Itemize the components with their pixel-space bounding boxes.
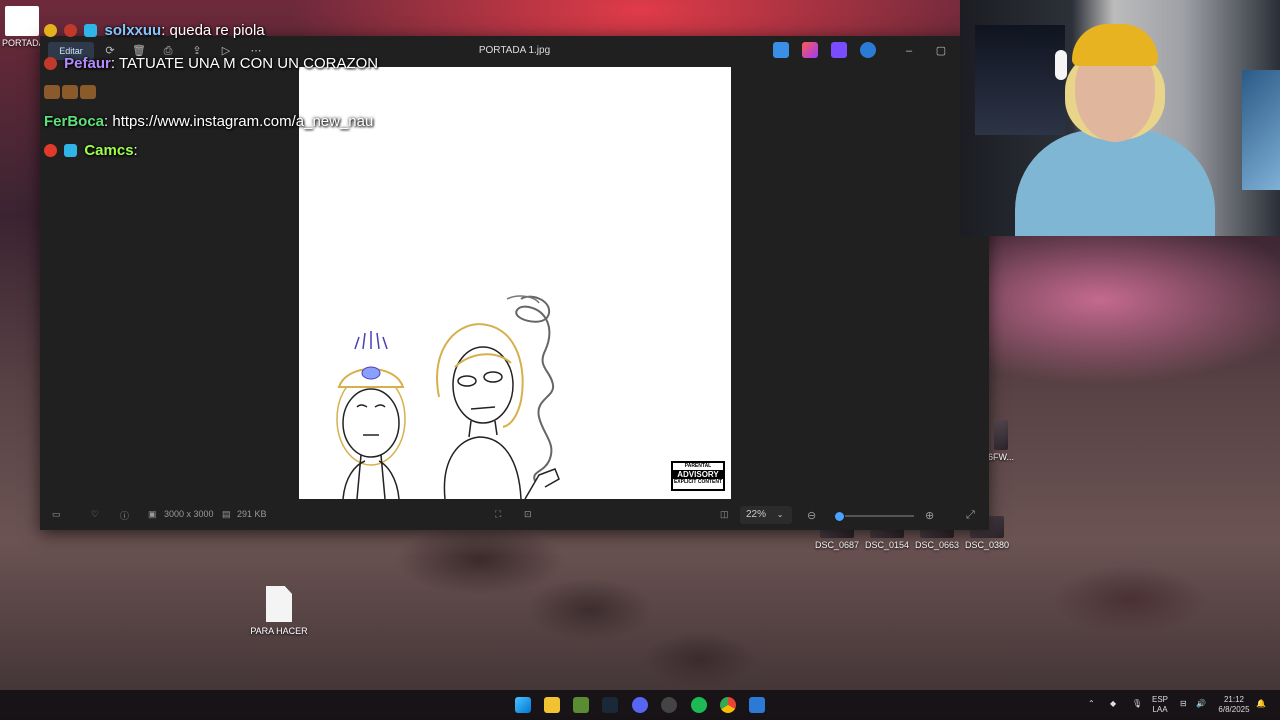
chat-username: Camcs [84, 142, 134, 159]
chat-username: FerBoca [44, 113, 105, 130]
filmstrip-icon[interactable]: ▭ [52, 509, 61, 520]
chat-separator: : [110, 55, 116, 72]
zoom-out-icon[interactable]: ⊖ [807, 509, 816, 522]
desktop-icon-label: PORTADA [2, 38, 45, 48]
file-size-icon: ▤ [222, 509, 231, 519]
badge-icon [44, 144, 57, 157]
desktop-icon-para-hacer[interactable]: PARA HACER [250, 586, 308, 636]
chat-text: queda re piola [169, 22, 265, 39]
minimize-button[interactable]: – [899, 42, 919, 60]
crop-icon[interactable]: ◫ [720, 509, 729, 520]
emote-icon [44, 85, 60, 99]
desktop-icon-label: DSC_0154 [864, 540, 910, 550]
zoom-slider-handle[interactable] [834, 511, 845, 522]
clock[interactable]: 21:12 6/8/2025 [1214, 695, 1254, 715]
designer-icon[interactable] [773, 42, 789, 58]
zoom-slider[interactable] [834, 511, 914, 522]
spotify-icon[interactable] [691, 697, 707, 713]
clock-date: 6/8/2025 [1218, 705, 1250, 714]
discord-icon[interactable] [632, 697, 648, 713]
desktop-icon-label: PARA HACER [250, 626, 308, 636]
webcam-window-background [975, 25, 1065, 135]
emote-icon [62, 85, 78, 99]
headphones-icon [1055, 50, 1067, 80]
app-icon[interactable] [661, 697, 677, 713]
clock-time: 21:12 [1223, 695, 1245, 704]
microphone-icon[interactable]: 🎙 [1132, 699, 1142, 709]
chat-separator: : [104, 113, 109, 130]
zoom-select[interactable]: 22% ⌄ [740, 506, 792, 524]
maximize-button[interactable]: ▢ [931, 42, 951, 60]
onedrive-icon[interactable] [860, 42, 876, 58]
viewer-status-bar: ▭ ♡ ⓘ ▣ 3000 x 3000 ▤ 291 KB ⛶ ⊡ ◫ 22% ⌄… [40, 502, 989, 530]
chevron-up-icon[interactable]: ⌃ [1088, 699, 1095, 709]
badge-icon [84, 24, 98, 37]
windows-start-icon[interactable] [515, 697, 531, 713]
webcam-feed [960, 0, 1280, 236]
chat-message: Camcs: [44, 142, 138, 159]
fullscreen-icon[interactable]: ⤢ [966, 509, 975, 522]
favorite-icon[interactable]: ♡ [91, 509, 99, 520]
desktop-icon-label: DSC_0687 [814, 540, 860, 550]
desktop-icon-label: DSC_0380 [964, 540, 1010, 550]
photos-window: Editar ⟳ 🗑 ⎙ ⇪ ▷ ⋯ PORTADA 1.jpg – ▢ PAR… [40, 36, 989, 530]
webcam-monitor-background [1242, 70, 1280, 190]
actual-size-icon[interactable]: ⊡ [524, 509, 532, 520]
volume-icon[interactable]: 🔊 [1196, 699, 1206, 709]
network-icon[interactable]: ⊟ [1180, 699, 1187, 709]
taskbar: ⌃ ◆ 🎙 ESP LAA ⊟ 🔊 21:12 6/8/2025 🔔 [0, 690, 1280, 720]
badge-icon [64, 144, 78, 157]
language-indicator[interactable]: ESP LAA [1152, 695, 1168, 715]
image-thumbnail-icon [5, 6, 39, 36]
zoom-value: 22% [746, 509, 767, 520]
fit-to-window-icon[interactable]: ⛶ [495, 509, 501, 520]
chat-message: FerBoca: https://www.instagram.com/a_new… [44, 113, 373, 130]
photos-app-icon[interactable] [749, 697, 765, 713]
file-icon [266, 586, 292, 622]
info-icon[interactable]: ⓘ [120, 509, 129, 522]
chat-message: Pefaur: TATUATE UNA M CON UN CORAZON [44, 55, 378, 72]
chat-username: solxxuu [104, 22, 162, 39]
webcam-person-body [1015, 130, 1215, 236]
dimensions-icon: ▣ [148, 509, 157, 519]
advisory-line-2: ADVISORY [673, 470, 723, 479]
language-code: ESP [1152, 695, 1169, 704]
steam-icon[interactable] [602, 697, 618, 713]
webcam-person-beanie [1072, 24, 1158, 66]
desktop-icon-label: 6FW... [987, 452, 1014, 462]
minecraft-icon[interactable] [573, 697, 589, 713]
desktop-icon-6fw[interactable]: 6FW... [986, 420, 1016, 462]
chat-message: solxxuu: queda re piola [44, 22, 265, 39]
image-thumbnail-icon [994, 420, 1008, 450]
notification-icon[interactable]: 🔔 [1256, 699, 1266, 709]
album-cover-drawing [336, 295, 560, 499]
emote-icon [80, 85, 96, 99]
chrome-icon[interactable] [720, 697, 736, 713]
badge-icon [44, 24, 57, 37]
desktop-icon-label: DSC_0663 [914, 540, 960, 550]
chat-separator: : [161, 22, 166, 39]
file-size: 291 KB [237, 509, 267, 519]
clipchamp-icon[interactable] [802, 42, 818, 58]
chat-text: TATUATE UNA M CON UN CORAZON [118, 55, 379, 72]
chevron-down-icon: ⌄ [776, 510, 784, 519]
image-dimensions: 3000 x 3000 [164, 509, 214, 519]
zoom-in-icon[interactable]: ⊕ [925, 509, 934, 522]
advisory-line-1: PARENTAL [684, 463, 712, 469]
chat-text: https://www.instagram.com/a_new_nau [112, 113, 374, 130]
advisory-line-3: EXPLICIT CONTENT [673, 479, 723, 485]
parental-advisory-label: PARENTAL ADVISORY EXPLICIT CONTENT [671, 461, 725, 491]
chat-separator: : [133, 142, 138, 159]
image-canvas[interactable]: PARENTAL ADVISORY EXPLICIT CONTENT [299, 67, 731, 499]
file-explorer-icon[interactable] [544, 697, 560, 713]
badge-icon [64, 24, 78, 37]
chat-username: Pefaur [64, 55, 111, 72]
keyboard-layout: LAA [1152, 705, 1168, 714]
badge-icon [44, 57, 57, 70]
desktop-icon-portada[interactable]: PORTADA [2, 6, 45, 48]
chat-message-emotes [44, 84, 98, 101]
gallery-icon[interactable] [831, 42, 847, 58]
tray-app-icon[interactable]: ◆ [1110, 699, 1116, 709]
